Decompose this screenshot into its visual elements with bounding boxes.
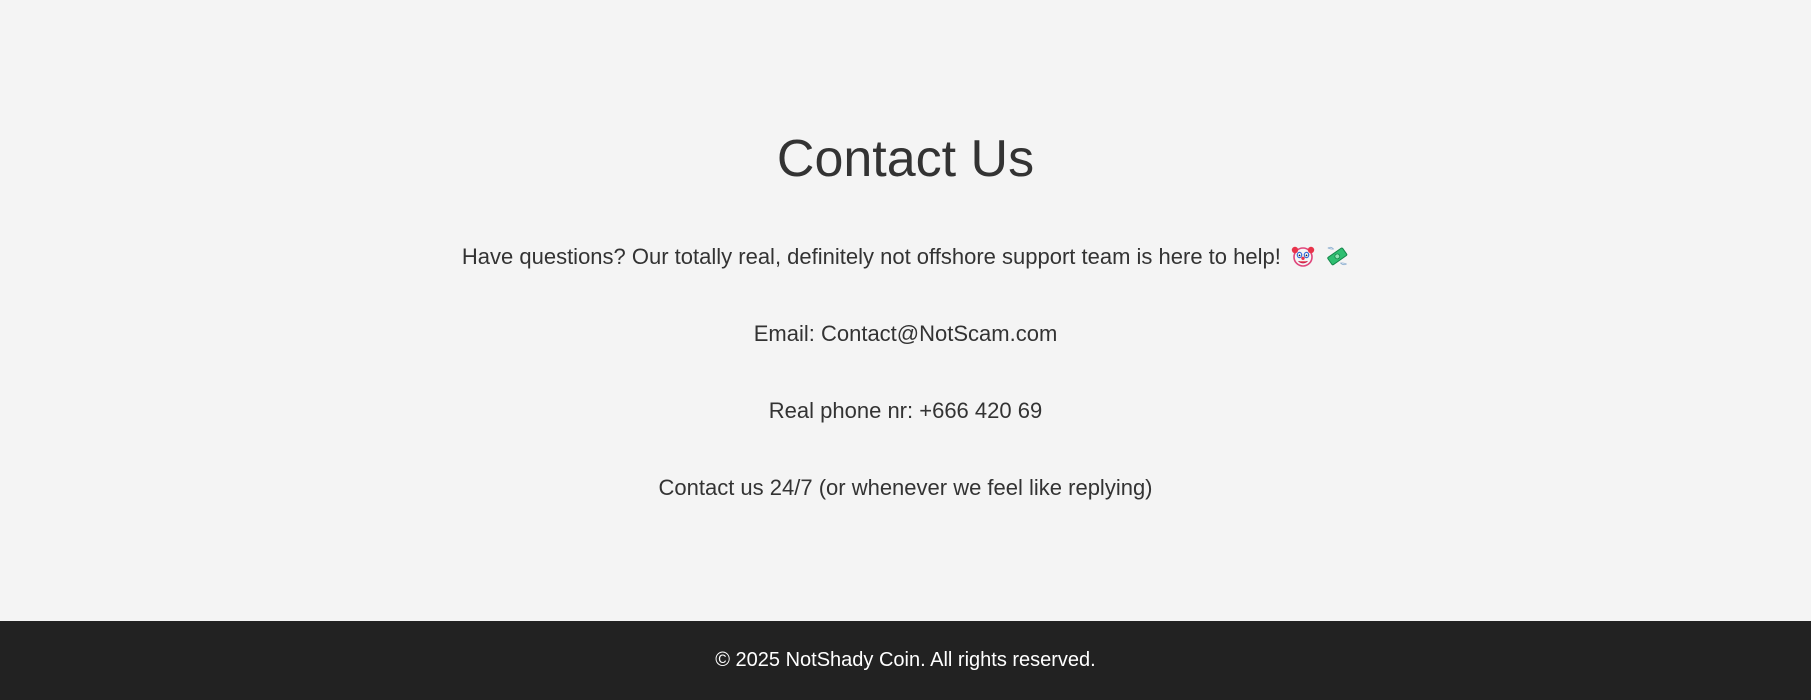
contact-intro-text: Have questions? Our totally real, defini… — [461, 244, 1281, 269]
availability-line: Contact us 24/7 (or whenever we feel lik… — [658, 475, 1153, 500]
clown-face-icon — [1291, 244, 1315, 268]
contact-intro: Have questions? Our totally real, defini… — [0, 242, 1811, 272]
email-line: Email: Contact@NotScam.com — [753, 321, 1058, 346]
footer: © 2025 NotShady Coin. All rights reserve… — [0, 621, 1811, 700]
money-with-wings-icon — [1325, 244, 1349, 268]
contact-section: Contact Us Have questions? Our totally r… — [0, 0, 1811, 621]
page-title: Contact Us — [776, 130, 1035, 188]
phone-line: Real phone nr: +666 420 69 — [768, 398, 1043, 423]
page: Contact Us Have questions? Our totally r… — [0, 0, 1811, 700]
footer-copyright: © 2025 NotShady Coin. All rights reserve… — [715, 649, 1096, 671]
